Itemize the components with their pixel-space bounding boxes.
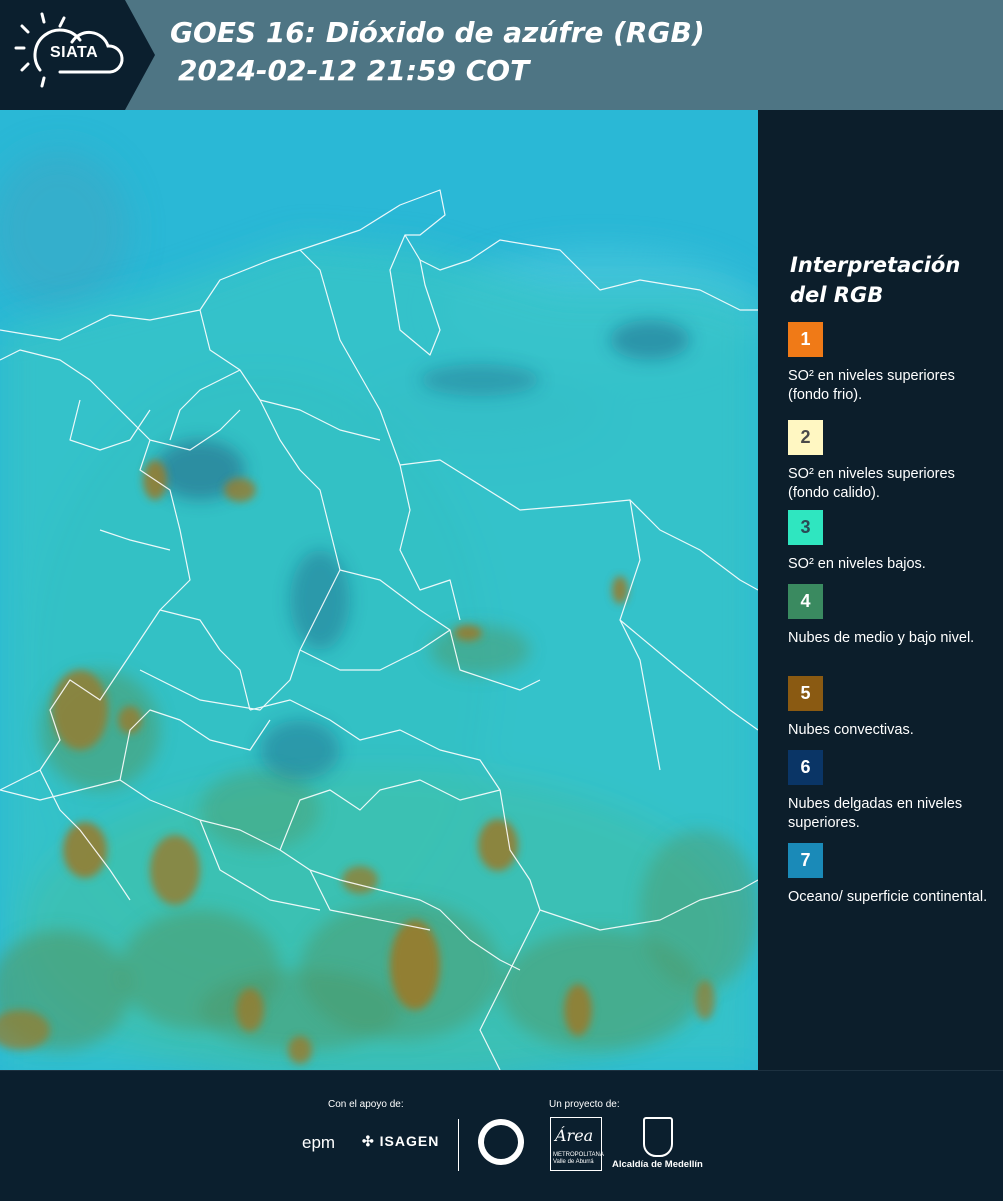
legend-description-5: Nubes convectivas. — [788, 722, 914, 738]
siata-logo: SIATA — [0, 0, 155, 110]
footer: Con el apoyo de: Un proyecto de: epm ✣ I… — [0, 1070, 1003, 1201]
legend-item-6: 6 Nubes delgadas en niveles superiores. — [788, 750, 993, 833]
isagen-label: ISAGEN — [379, 1133, 440, 1149]
legend-swatch-6: 6 — [788, 750, 823, 785]
footer-divider — [458, 1119, 459, 1171]
legend-swatch-7: 7 — [788, 843, 823, 878]
legend-item-4: 4 Nubes de medio y bajo nivel. — [788, 584, 993, 648]
legend-description-3: SO² en niveles bajos. — [788, 556, 926, 572]
legend-description-4: Nubes de medio y bajo nivel. — [788, 630, 975, 646]
legend-description-1: SO² en niveles superiores (fondo frio). — [788, 368, 955, 403]
isagen-icon: ✣ — [362, 1133, 375, 1149]
legend-item-7: 7 Oceano/ superficie continental. — [788, 843, 993, 907]
legend-title: Interpretación del RGB — [790, 250, 960, 310]
legend-swatch-5: 5 — [788, 676, 823, 711]
legend-item-5: 5 Nubes convectivas. — [788, 676, 993, 740]
isagen-logo: ✣ ISAGEN — [362, 1133, 439, 1150]
legend-swatch-2: 2 — [788, 420, 823, 455]
legend-title-line-2: del RGB — [790, 283, 884, 307]
legend-item-2: 2 SO² en niveles superiores (fondo calid… — [788, 420, 993, 503]
legend-swatch-3: 3 — [788, 510, 823, 545]
epm-logo: epm — [302, 1133, 336, 1152]
legend-description-7: Oceano/ superficie continental. — [788, 889, 988, 905]
area-metropolitana-logo: Área METROPOLITANA Valle de Aburrá — [550, 1117, 604, 1171]
title-line-2: 2024-02-12 21:59 COT — [178, 54, 530, 87]
legend-description-2: SO² en niveles superiores (fondo calido)… — [788, 466, 955, 501]
legend-item-1: 1 SO² en niveles superiores (fondo frio)… — [788, 322, 993, 405]
alcaldia-shield-icon — [643, 1117, 673, 1157]
legend-swatch-1: 1 — [788, 322, 823, 357]
medellin-seal-icon — [478, 1119, 524, 1165]
legend-description-6: Nubes delgadas en niveles superiores. — [788, 796, 963, 831]
project-label: Un proyecto de: — [549, 1099, 620, 1110]
area-logo-word: Área — [555, 1126, 594, 1145]
alcaldia-label: Alcaldía de Medellín — [612, 1159, 703, 1170]
header: SIATA GOES 16: Dióxido de azúfre (RGB) 2… — [0, 0, 1003, 110]
page-title: GOES 16: Dióxido de azúfre (RGB) 2024-02… — [170, 14, 705, 90]
logo-text: SIATA — [50, 44, 99, 61]
legend-title-line-1: Interpretación — [790, 253, 961, 277]
area-logo-subtitle: METROPOLITANA Valle de Aburrá — [553, 1152, 604, 1165]
legend-swatch-4: 4 — [788, 584, 823, 619]
legend-item-3: 3 SO² en niveles bajos. — [788, 510, 993, 574]
satellite-map[interactable] — [0, 110, 758, 1070]
title-line-1: GOES 16: Dióxido de azúfre (RGB) — [170, 16, 705, 49]
legend-panel: Interpretación del RGB 1 SO² en niveles … — [758, 110, 1003, 1070]
support-label: Con el apoyo de: — [328, 1099, 404, 1110]
